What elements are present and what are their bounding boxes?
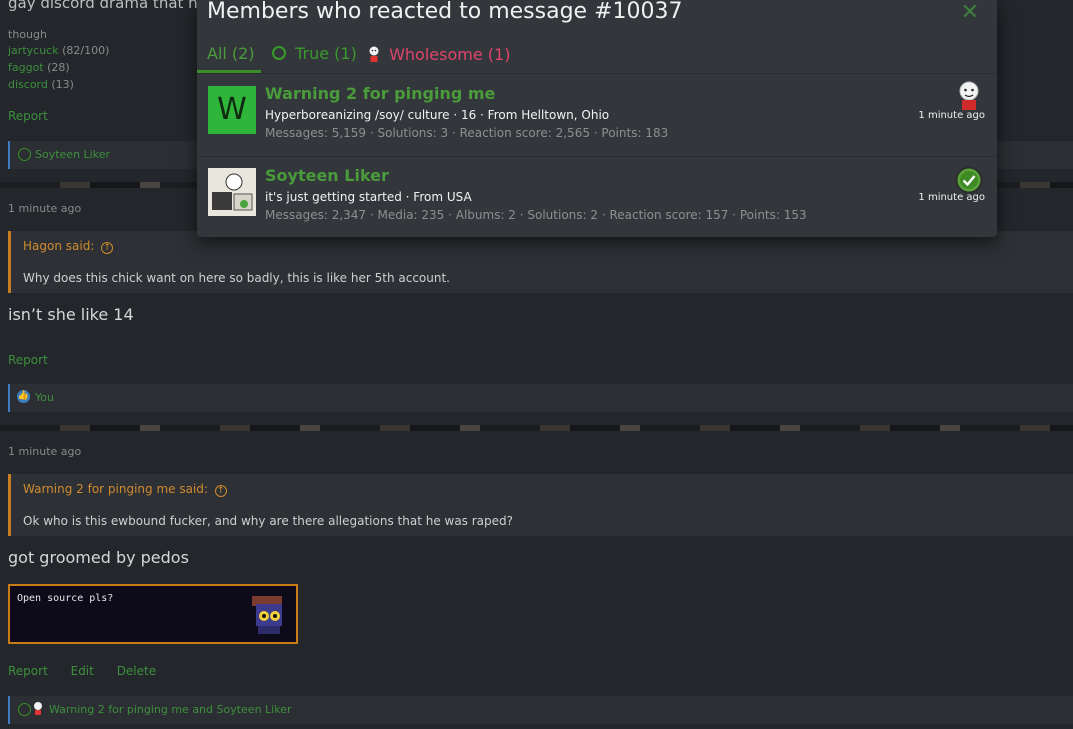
close-icon[interactable]: ✕ <box>961 0 979 25</box>
report-link[interactable]: Report <box>8 109 48 123</box>
member-stats: Messages: 2,347 · Media: 235 · Albums: 2… <box>265 208 807 222</box>
tab-label[interactable]: Wholesome (1) <box>389 45 510 64</box>
check-circle-icon <box>18 703 31 716</box>
tab-all[interactable]: All (2) <box>207 44 255 63</box>
quote-author[interactable]: Hagon said: ↑ <box>23 239 114 254</box>
embed-text: Open source pls? <box>17 593 114 604</box>
member-row: Soyteen Liker it's just getting started … <box>197 156 997 238</box>
reaction-time: 1 minute ago <box>918 192 985 203</box>
quote-author-text[interactable]: Warning 2 for pinging me said: <box>23 482 208 496</box>
reaction-summary-bar[interactable]: 👍 You <box>8 384 1073 412</box>
reactions-modal: Members who reacted to message #10037 ✕ … <box>197 0 997 237</box>
reaction-summary-text[interactable]: Warning 2 for pinging me and Soyteen Lik… <box>49 703 292 716</box>
wholesome-face-icon <box>368 46 380 62</box>
tab-label[interactable]: True (1) <box>295 44 357 63</box>
check-circle-icon <box>272 46 286 60</box>
tags-label: though <box>8 28 47 41</box>
reaction-tabs: All (2) True (1) Wholesome (1) <box>197 40 997 74</box>
member-title: it's just getting started · From USA <box>265 190 472 204</box>
active-tab-indicator <box>197 70 261 73</box>
quote-author-text[interactable]: Hagon said: <box>23 239 94 253</box>
report-link[interactable]: Report <box>8 664 48 678</box>
tag-name[interactable]: jartycuck <box>8 44 59 57</box>
tag-item[interactable]: jartycuck (82/100) <box>8 44 109 57</box>
quote-text: Ok who is this ewbound fucker, and why a… <box>23 514 514 528</box>
member-stats: Messages: 5,159 · Solutions: 3 · Reactio… <box>265 126 669 140</box>
cat-character-icon <box>246 592 290 636</box>
reaction-summary-bar[interactable]: Warning 2 for pinging me and Soyteen Lik… <box>8 696 1073 724</box>
reaction-time: 1 minute ago <box>918 110 985 121</box>
tag-count: (28) <box>47 61 70 74</box>
tag-item[interactable]: faggot (28) <box>8 61 70 74</box>
delete-link[interactable]: Delete <box>117 664 156 678</box>
wholesome-face-icon <box>32 701 44 716</box>
member-name[interactable]: Warning 2 for pinging me <box>265 84 495 103</box>
tag-count: (82/100) <box>62 44 110 57</box>
post-time[interactable]: 1 minute ago <box>8 202 81 215</box>
tag-name[interactable]: discord <box>8 78 48 91</box>
message-text: isn’t she like 14 <box>8 305 134 324</box>
check-circle-icon <box>18 148 31 161</box>
arrow-up-circle-icon[interactable]: ↑ <box>101 242 114 254</box>
quote-author[interactable]: Warning 2 for pinging me said: ↑ <box>23 482 227 497</box>
tab-true[interactable]: True (1) <box>272 44 357 63</box>
reaction-summary-text[interactable]: You <box>35 391 54 404</box>
reaction-summary-text[interactable]: Soyteen Liker <box>35 148 110 161</box>
post-separator <box>0 425 1073 431</box>
quote-text: Why does this chick want on here so badl… <box>23 271 450 285</box>
member-title: Hyperboreanizing /soy/ culture · 16 · Fr… <box>265 108 610 122</box>
check-circle-icon <box>955 166 983 194</box>
report-link[interactable]: Report <box>8 353 48 367</box>
quote-block: Warning 2 for pinging me said: ↑ Ok who … <box>8 474 1073 536</box>
avatar[interactable]: W <box>208 86 256 134</box>
avatar[interactable] <box>208 168 256 216</box>
like-icon: 👍 <box>17 390 30 403</box>
tag-name[interactable]: faggot <box>8 61 44 74</box>
thread-title-fragment: gay discord drama that h <box>8 0 198 12</box>
tag-item[interactable]: discord (13) <box>8 78 74 91</box>
arrow-up-circle-icon[interactable]: ↑ <box>214 485 227 497</box>
edit-link[interactable]: Edit <box>71 664 94 678</box>
message-text: got groomed by pedos <box>8 548 189 567</box>
tab-wholesome[interactable]: Wholesome (1) <box>368 44 510 64</box>
member-name[interactable]: Soyteen Liker <box>265 166 389 185</box>
member-row: W Warning 2 for pinging me Hyperboreaniz… <box>197 74 997 156</box>
post-time[interactable]: 1 minute ago <box>8 445 81 458</box>
modal-title: Members who reacted to message #10037 <box>207 0 683 24</box>
quote-block: Hagon said: ↑ Why does this chick want o… <box>8 231 1073 293</box>
wholesome-face-icon <box>955 80 983 110</box>
embedded-image[interactable]: Open source pls? <box>8 584 298 644</box>
tab-label[interactable]: All (2) <box>207 44 255 63</box>
post-actions: Report Edit Delete <box>8 664 156 678</box>
tag-count: (13) <box>51 78 74 91</box>
